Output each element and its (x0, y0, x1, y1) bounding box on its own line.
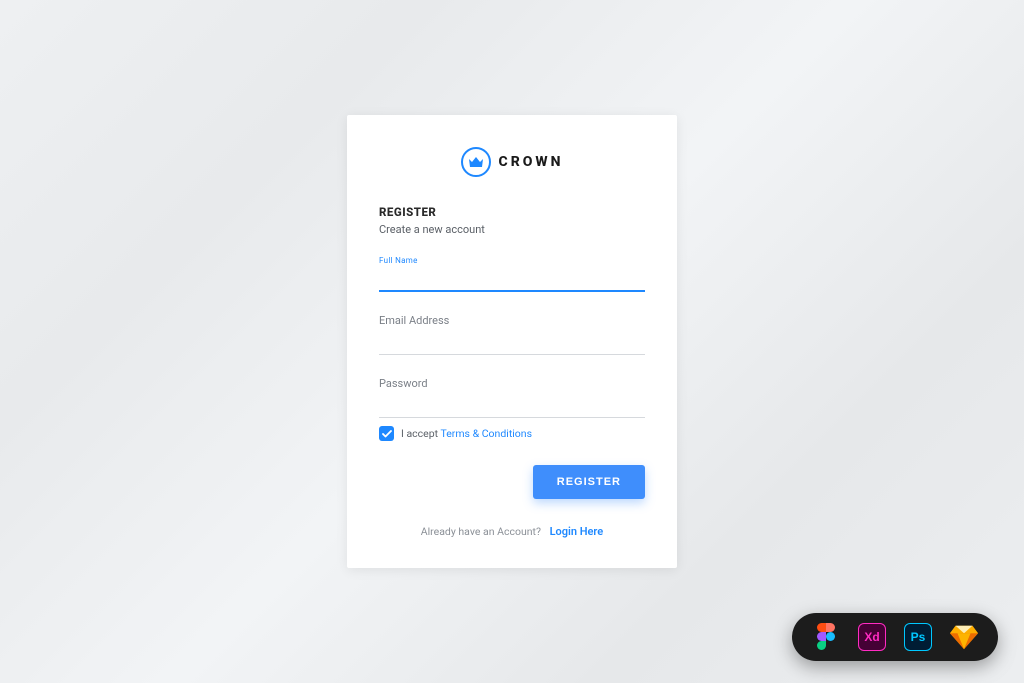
email-input[interactable] (379, 329, 645, 355)
fullname-label: Full Name (379, 256, 645, 265)
fullname-field: Full Name (379, 256, 645, 292)
footer-row: Already have an Account? Login Here (379, 525, 645, 538)
register-card: CROWN REGISTER Create a new account Full… (347, 115, 677, 568)
terms-checkbox[interactable] (379, 426, 394, 441)
adobe-xd-icon: Xd (858, 623, 886, 651)
form-subheading: Create a new account (379, 223, 645, 236)
brand-logo: CROWN (379, 147, 645, 177)
email-label: Email Address (379, 314, 645, 327)
crown-icon (461, 147, 491, 177)
figma-icon (812, 623, 840, 651)
form-heading: REGISTER (379, 205, 645, 219)
footer-prompt: Already have an Account? (421, 525, 541, 538)
design-tools-pill: Xd Ps (792, 613, 998, 661)
terms-text: I accept Terms & Conditions (401, 427, 532, 440)
email-field: Email Address (379, 314, 645, 355)
fullname-input[interactable] (379, 267, 645, 292)
brand-name: CROWN (499, 154, 564, 170)
terms-row: I accept Terms & Conditions (379, 426, 645, 441)
submit-row: REGISTER (379, 465, 645, 499)
register-button[interactable]: REGISTER (533, 465, 645, 499)
login-link[interactable]: Login Here (550, 525, 604, 538)
photoshop-icon: Ps (904, 623, 932, 651)
password-label: Password (379, 377, 645, 390)
password-field: Password (379, 377, 645, 418)
terms-link[interactable]: Terms & Conditions (440, 427, 532, 440)
sketch-icon (950, 623, 978, 651)
check-icon (382, 430, 392, 438)
terms-prefix: I accept (401, 427, 440, 440)
password-input[interactable] (379, 392, 645, 418)
